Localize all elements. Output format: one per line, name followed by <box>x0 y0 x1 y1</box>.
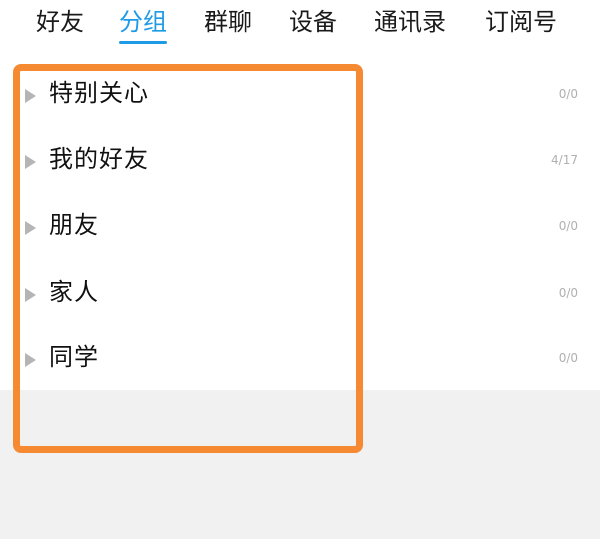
tab-subscriptions[interactable]: 订阅号 <box>485 4 557 40</box>
expand-arrow-icon <box>25 353 36 367</box>
app-screen: 好友 分组 群聊 设备 通讯录 订阅号 特别关心 0/0 我的好友 4/17 朋… <box>0 0 600 539</box>
group-name: 朋友 <box>49 211 99 239</box>
group-list: 特别关心 0/0 我的好友 4/17 朋友 0/0 家人 0/0 同学 0/0 <box>0 58 600 390</box>
tab-devices[interactable]: 设备 <box>289 4 337 40</box>
group-name: 我的好友 <box>49 145 149 173</box>
group-name: 家人 <box>49 278 99 306</box>
group-row-my-friends[interactable]: 我的好友 4/17 <box>0 126 600 192</box>
expand-arrow-icon <box>25 155 36 169</box>
group-row-family[interactable]: 家人 0/0 <box>0 259 600 325</box>
active-tab-indicator <box>119 41 167 44</box>
group-name: 特别关心 <box>49 79 149 107</box>
group-row-friends[interactable]: 朋友 0/0 <box>0 192 600 258</box>
tab-group-chats[interactable]: 群聊 <box>204 4 252 40</box>
group-row-special-care[interactable]: 特别关心 0/0 <box>0 60 600 126</box>
group-online-count: 0/0 <box>558 286 578 300</box>
tab-groups[interactable]: 分组 <box>119 4 167 44</box>
group-online-count: 0/0 <box>558 351 578 365</box>
tab-groups-label: 分组 <box>119 8 167 36</box>
expand-arrow-icon <box>25 89 36 103</box>
group-online-count: 4/17 <box>551 153 578 167</box>
expand-arrow-icon <box>25 288 36 302</box>
expand-arrow-icon <box>25 221 36 235</box>
group-name: 同学 <box>49 343 99 371</box>
tab-friends[interactable]: 好友 <box>36 4 84 40</box>
group-online-count: 0/0 <box>558 219 578 233</box>
contacts-tab-bar: 好友 分组 群聊 设备 通讯录 订阅号 <box>0 0 600 58</box>
group-online-count: 0/0 <box>558 87 578 101</box>
tab-address-book[interactable]: 通讯录 <box>374 4 446 40</box>
group-row-classmates[interactable]: 同学 0/0 <box>0 324 600 390</box>
